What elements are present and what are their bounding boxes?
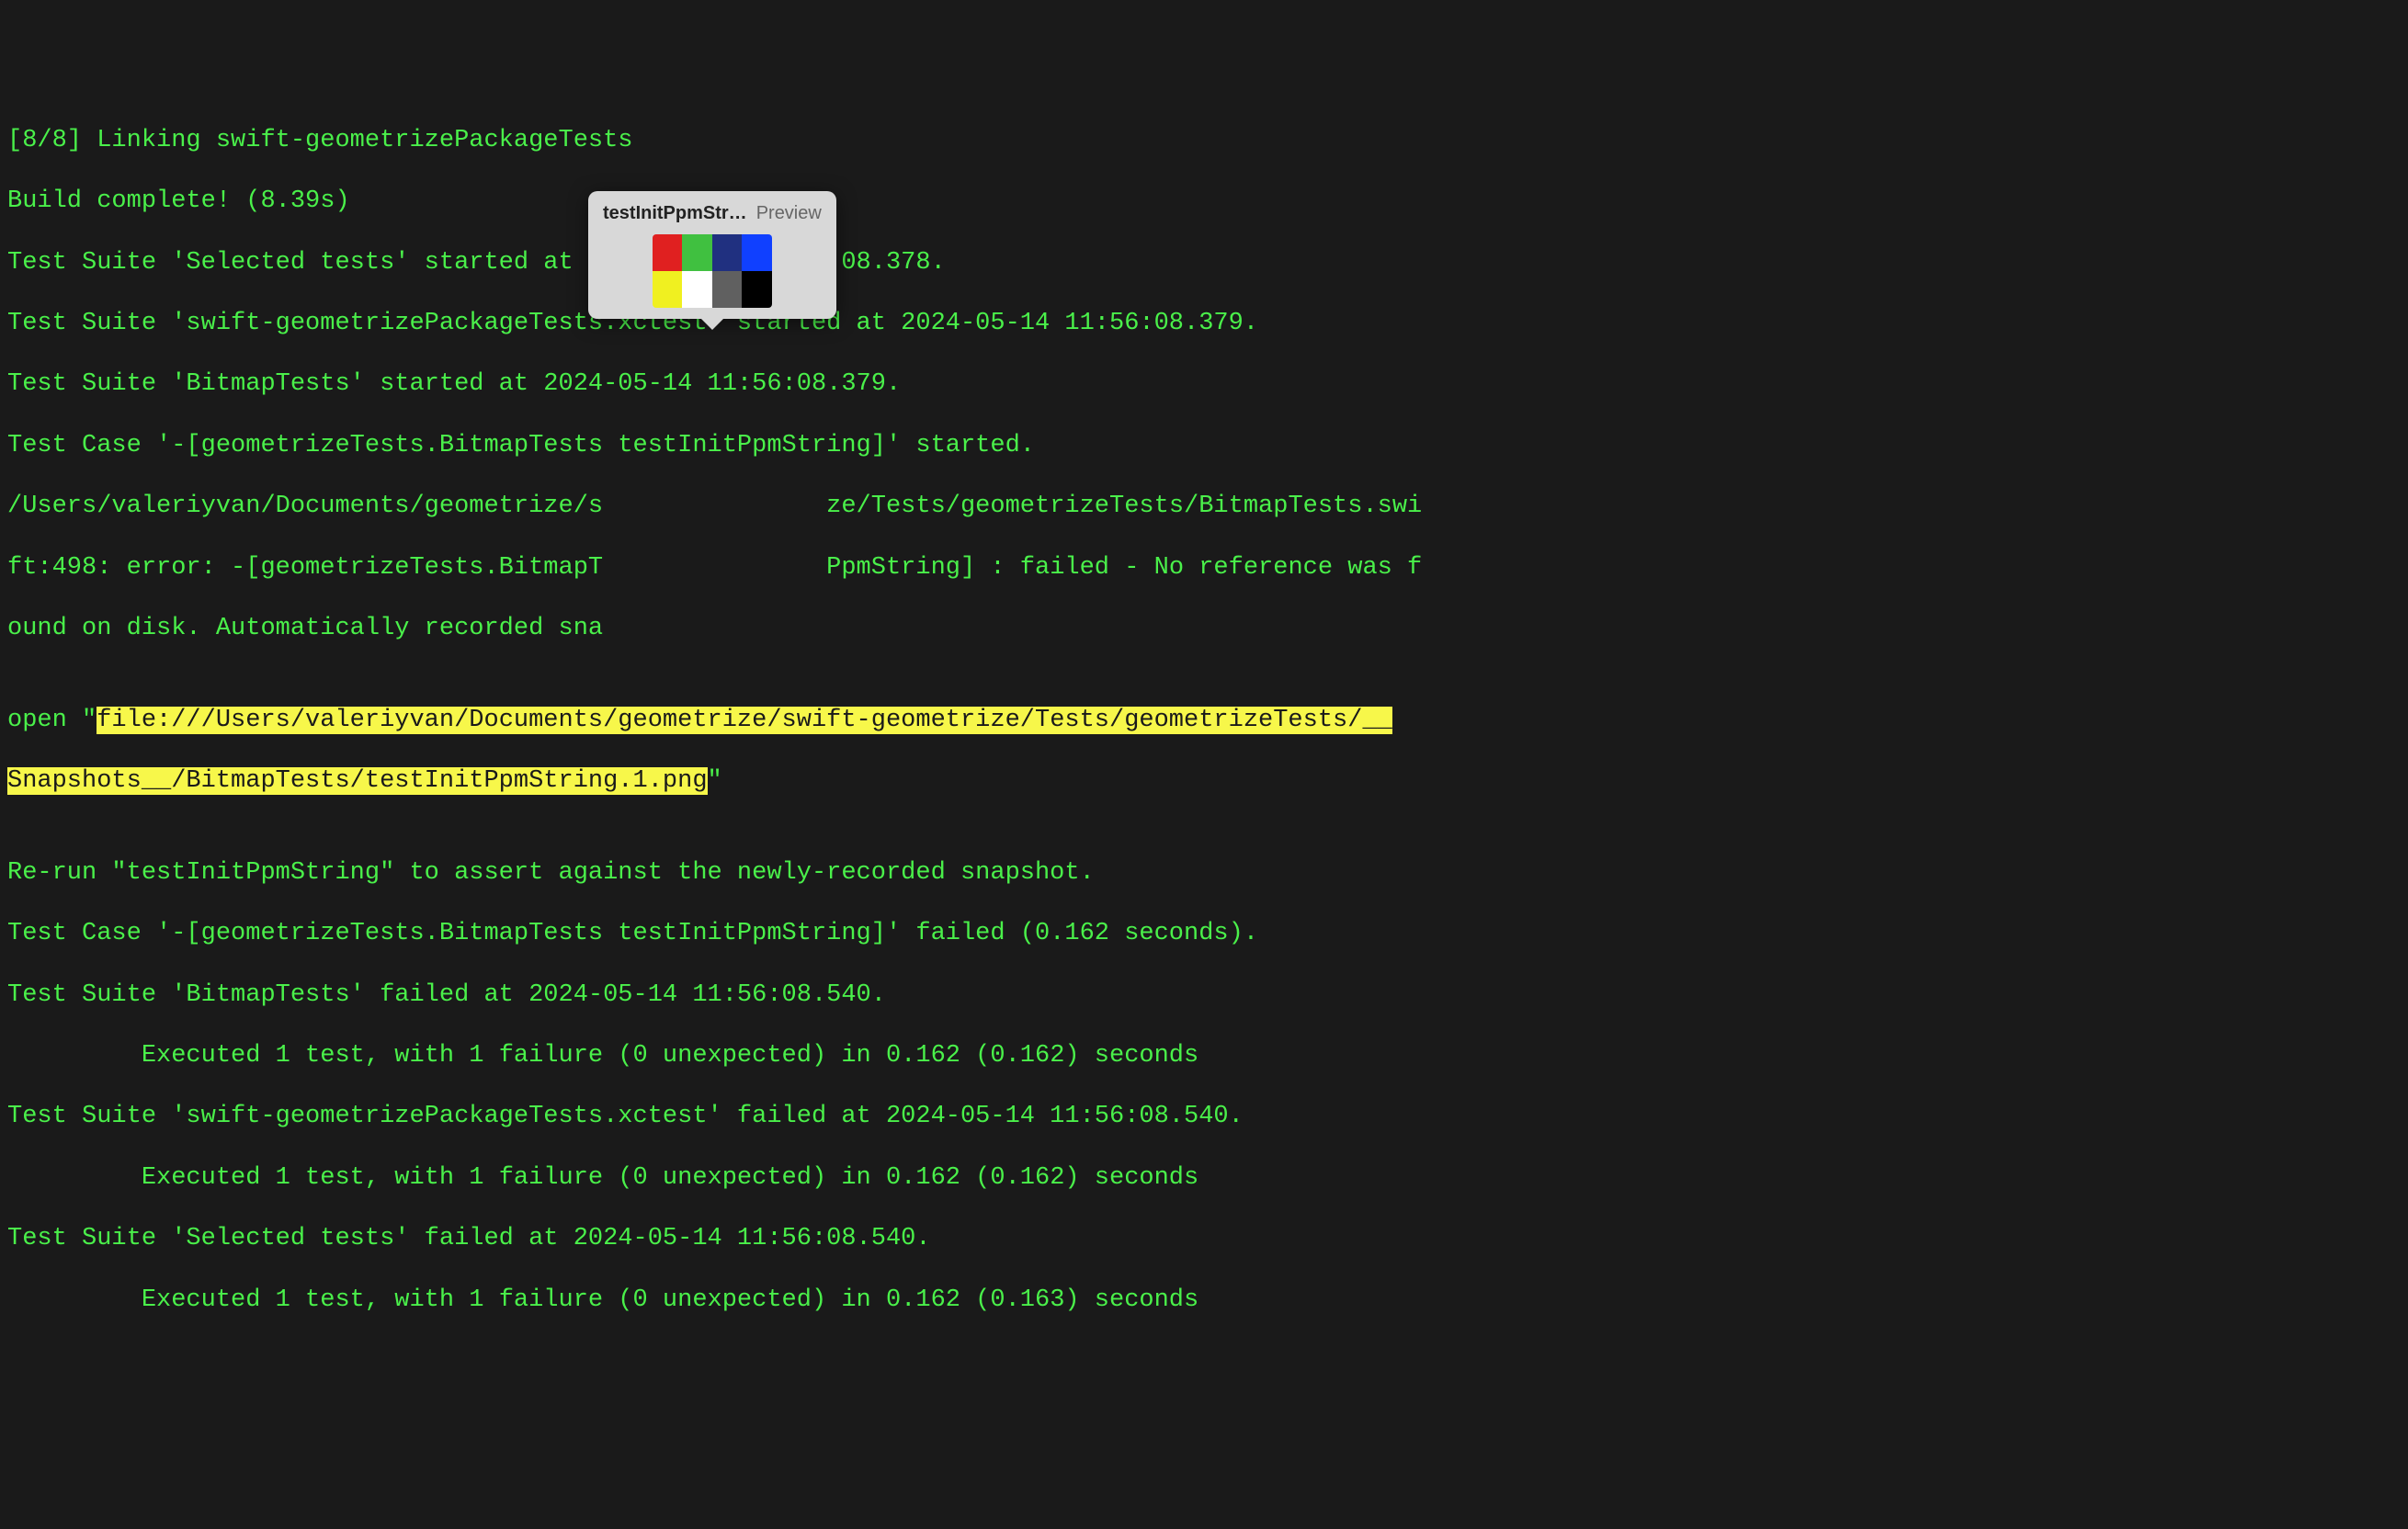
quote-close: " [708,767,722,795]
thumb-pixel [682,234,712,271]
terminal-line: Executed 1 test, with 1 failure (0 unexp… [7,1163,2401,1194]
path-segment: ze/Tests/geometrizeTests/BitmapTests.swi [826,493,1422,520]
quicklook-preview-popup[interactable]: testInitPpmStr… Preview [588,191,836,319]
terminal-line: [8/8] Linking swift-geometrizePackageTes… [7,126,2401,156]
thumb-pixel [712,271,743,308]
preview-header: testInitPpmStr… Preview [603,202,822,225]
terminal-line: Test Suite 'Selected tests' started at 2… [7,248,2401,278]
error-segment: ft:498: error: -[geometrizeTests.BitmapT [7,554,603,582]
path-segment: /Users/valeriyvan/Documents/geometrize/s [7,493,603,520]
terminal-line: ound on disk. Automatically recorded sna [7,614,2401,644]
terminal-line: Re-run "testInitPpmString" to assert aga… [7,858,2401,889]
terminal-line: Test Suite 'BitmapTests' started at 2024… [7,369,2401,400]
thumb-pixel [712,234,743,271]
error-segment: ound on disk. Automatically recorded sna [7,615,603,642]
terminal-line: Test Suite 'swift-geometrizePackageTests… [7,309,2401,339]
terminal-line: Executed 1 test, with 1 failure (0 unexp… [7,1041,2401,1071]
terminal-line: Test Case '-[geometrizeTests.BitmapTests… [7,431,2401,461]
preview-thumbnail [653,234,772,308]
thumb-pixel [742,234,772,271]
preview-app-label: Preview [756,202,822,225]
thumb-pixel [742,271,772,308]
terminal-line: Test Suite 'BitmapTests' failed at 2024-… [7,980,2401,1011]
terminal-line: Executed 1 test, with 1 failure (0 unexp… [7,1285,2401,1316]
error-segment: PpmString] : failed - No reference was f [826,554,1422,582]
open-command: open " [7,707,97,734]
terminal-line: Test Case '-[geometrizeTests.BitmapTests… [7,919,2401,949]
terminal-line: Test Suite 'swift-geometrizePackageTests… [7,1102,2401,1132]
file-url-link[interactable]: Snapshots__/BitmapTests/testInitPpmStrin… [7,767,708,795]
terminal-line: ft:498: error: -[geometrizeTests.BitmapT… [7,553,2401,583]
terminal-line: Snapshots__/BitmapTests/testInitPpmStrin… [7,766,2401,797]
file-url-link[interactable]: file:///Users/valeriyvan/Documents/geome… [97,707,1392,734]
thumb-pixel [653,271,683,308]
terminal-line: /Users/valeriyvan/Documents/geometrize/s… [7,492,2401,522]
preview-filename: testInitPpmStr… [603,202,747,225]
terminal-line: Build complete! (8.39s) [7,187,2401,217]
terminal-line: Test Suite 'Selected tests' failed at 20… [7,1224,2401,1254]
thumb-pixel [682,271,712,308]
terminal-line: open "file:///Users/valeriyvan/Documents… [7,706,2401,736]
thumb-pixel [653,234,683,271]
